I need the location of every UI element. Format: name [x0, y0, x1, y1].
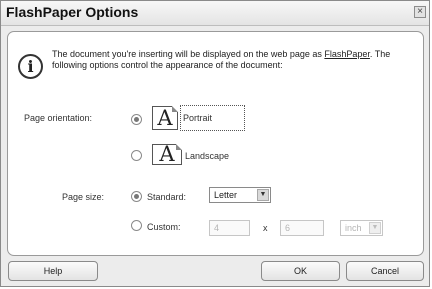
custom-unit-value: inch	[345, 223, 362, 233]
page-fold-icon	[176, 144, 182, 150]
dimension-separator: x	[263, 223, 268, 233]
info-message: The document you're inserting will be di…	[52, 49, 412, 71]
landscape-page-glyph: A	[159, 142, 175, 166]
standard-size-radio[interactable]	[131, 191, 142, 202]
landscape-radio[interactable]	[131, 150, 142, 161]
custom-width-input[interactable]: 4	[209, 220, 250, 236]
page-fold-icon	[172, 106, 178, 112]
chevron-down-icon[interactable]: ▼	[257, 189, 269, 201]
title-bar: FlashPaper Options ×	[1, 1, 429, 26]
portrait-radio[interactable]	[131, 114, 142, 125]
flashpaper-options-dialog: FlashPaper Options × i The document you'…	[0, 0, 430, 287]
portrait-page-glyph: A	[157, 106, 173, 130]
standard-size-label[interactable]: Standard:	[147, 192, 186, 203]
chevron-down-icon[interactable]: ▼	[369, 222, 381, 234]
info-text-before: The document you're inserting will be di…	[52, 49, 325, 59]
custom-height-input[interactable]: 6	[280, 220, 324, 236]
portrait-label[interactable]: Portrait	[183, 113, 212, 124]
page-orientation-label: Page orientation:	[24, 113, 93, 123]
landscape-page-icon: A	[152, 144, 182, 165]
help-button[interactable]: Help	[8, 261, 98, 281]
dialog-title: FlashPaper Options	[6, 4, 139, 20]
custom-unit-select[interactable]: inch ▼	[340, 220, 383, 236]
page-size-label: Page size:	[62, 192, 105, 202]
standard-size-value: Letter	[214, 190, 238, 200]
ok-button[interactable]: OK	[261, 261, 340, 281]
custom-size-label[interactable]: Custom:	[147, 222, 181, 233]
standard-size-select[interactable]: Letter ▼	[209, 187, 271, 203]
custom-size-radio[interactable]	[131, 220, 142, 231]
cancel-button[interactable]: Cancel	[346, 261, 424, 281]
flashpaper-link[interactable]: FlashPaper	[324, 49, 370, 59]
info-icon: i	[18, 54, 43, 79]
landscape-label[interactable]: Landscape	[185, 151, 229, 162]
close-icon[interactable]: ×	[414, 6, 426, 18]
portrait-page-icon: A	[152, 106, 178, 130]
